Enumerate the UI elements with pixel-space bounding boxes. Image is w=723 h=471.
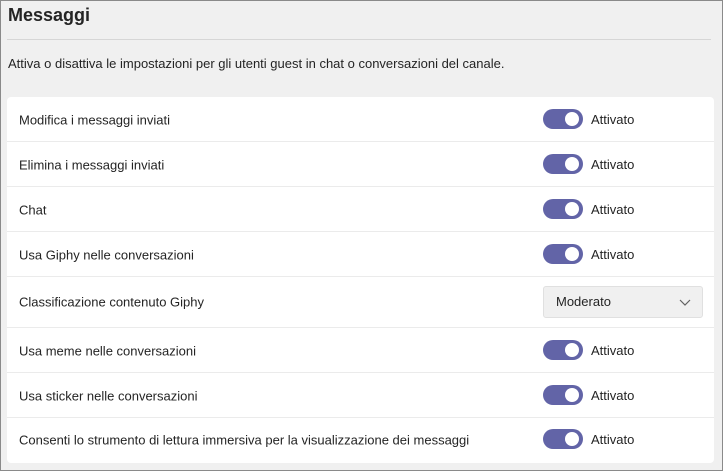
toggle-switch[interactable] [543,340,583,360]
setting-label: Modifica i messaggi inviati [19,112,171,128]
toggle-state: Attivato [591,387,635,403]
toggle-state: Attivato [591,431,635,447]
section-title: Messaggi [8,5,91,25]
toggle-sticker[interactable]: Attivato [543,385,634,405]
giphy-rating-dropdown[interactable]: Moderato [543,286,703,318]
toggle-knob [565,157,579,171]
toggle-state: Attivato [591,246,635,262]
toggle-switch[interactable] [543,244,583,264]
toggle-switch[interactable] [543,429,583,449]
settings-panel: Messaggi Attiva o disattiva le impostazi… [0,0,723,471]
setting-row-chat: Chat Attivato [7,187,714,232]
setting-label: Usa Giphy nelle conversazioni [19,247,194,263]
setting-label: Usa meme nelle conversazioni [19,343,197,359]
settings-card: Modifica i messaggi inviati Attivato Eli… [7,97,714,463]
setting-row-meme: Usa meme nelle conversazioni Attivato [7,328,714,373]
setting-row-sticker: Usa sticker nelle conversazioni Attivato [7,373,714,418]
toggle-knob [565,247,579,261]
toggle-knob [565,343,579,357]
toggle-knob [565,432,579,446]
setting-row-giphy-rating: Classificazione contenuto Giphy Moderato [7,277,714,328]
toggle-state: Attivato [591,342,635,358]
section-description: Attiva o disattiva le impostazioni per g… [8,56,505,71]
toggle-knob [565,112,579,126]
toggle-switch[interactable] [543,199,583,219]
toggle-switch[interactable] [543,154,583,174]
setting-label: Elimina i messaggi inviati [19,157,165,173]
dropdown-value: Moderato [556,294,611,309]
toggle-immersive-reader[interactable]: Attivato [543,429,634,449]
setting-row-giphy: Usa Giphy nelle conversazioni Attivato [7,232,714,277]
setting-row-modifica: Modifica i messaggi inviati Attivato [7,97,714,142]
setting-row-elimina: Elimina i messaggi inviati Attivato [7,142,714,187]
setting-label: Consenti lo strumento di lettura immersi… [19,432,470,448]
toggle-switch[interactable] [543,385,583,405]
divider [7,39,711,40]
toggle-state: Attivato [591,156,635,172]
chevron-down-icon [679,299,691,306]
toggle-knob [565,388,579,402]
setting-label: Usa sticker nelle conversazioni [19,388,198,404]
setting-row-immersive-reader: Consenti lo strumento di lettura immersi… [7,418,714,463]
setting-label: Chat [19,202,47,218]
toggle-chat[interactable]: Attivato [543,199,634,219]
toggle-knob [565,202,579,216]
toggle-state: Attivato [591,111,635,127]
toggle-switch[interactable] [543,109,583,129]
toggle-meme[interactable]: Attivato [543,340,634,360]
toggle-state: Attivato [591,201,635,217]
setting-label: Classificazione contenuto Giphy [19,294,204,310]
toggle-elimina[interactable]: Attivato [543,154,634,174]
toggle-giphy[interactable]: Attivato [543,244,634,264]
toggle-modifica[interactable]: Attivato [543,109,634,129]
